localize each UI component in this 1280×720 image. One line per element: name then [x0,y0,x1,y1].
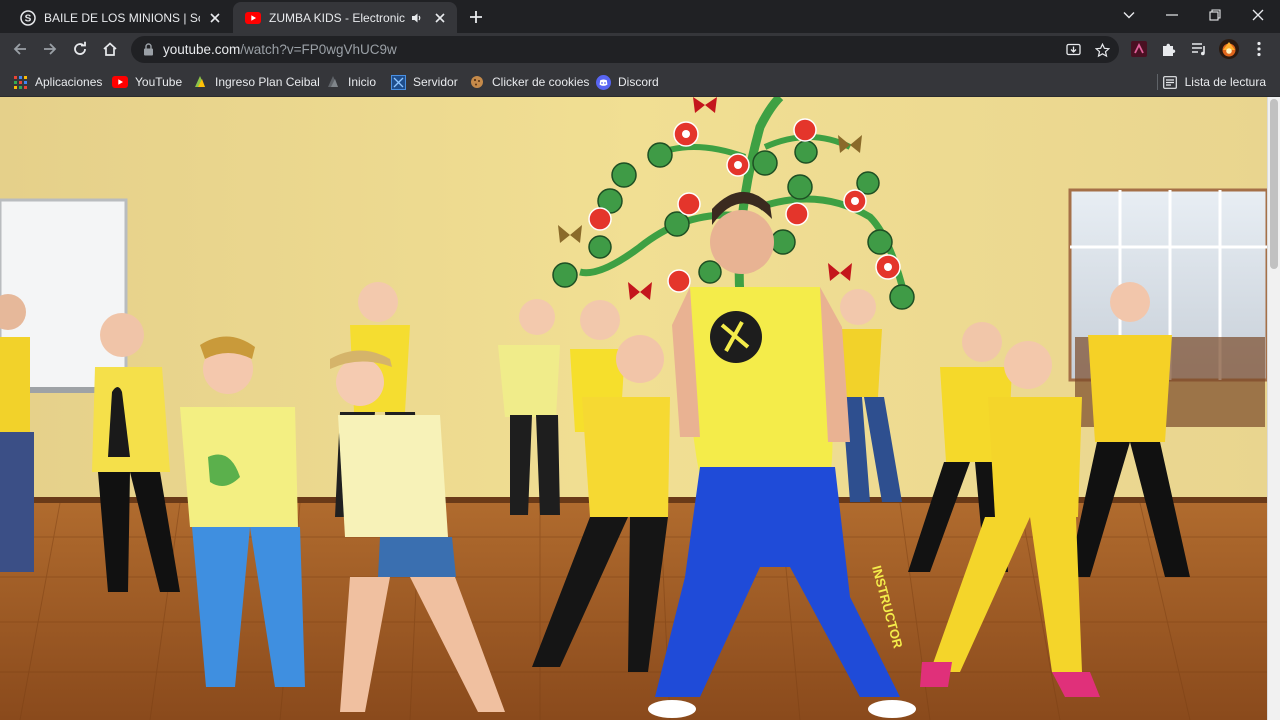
url-path: /watch?v=FP0wgVhUC9w [240,42,397,57]
browser-window: S BAILE DE LOS MINIONS | Schoolo ZUMBA K… [0,0,1280,720]
reading-list-icon [1162,74,1178,90]
scrollbar-thumb[interactable] [1270,99,1278,269]
media-queue-icon[interactable] [1188,38,1210,60]
reload-icon [74,41,86,55]
bookmark-ingreso-plan-ceibal[interactable]: Ingreso Plan Ceibal [192,72,320,92]
bookmark-label: Aplicaciones [35,75,103,89]
bookmark-servidor[interactable]: Servidor [390,72,458,92]
minimize-button[interactable] [1159,4,1185,26]
bookmark-label: Discord [618,75,659,89]
avatar[interactable] [1218,38,1240,60]
arrow-left-icon [13,43,26,55]
minimize-icon [1166,14,1178,16]
menu-kebab-icon[interactable] [1248,38,1270,60]
tab-title: BAILE DE LOS MINIONS | Schoolo [44,10,200,25]
ceibal-icon [192,74,208,90]
tab-baile-de-los-minions[interactable]: S BAILE DE LOS MINIONS | Schoolo [8,2,232,33]
close-icon[interactable] [206,9,224,27]
bookmark-label: Inicio [348,75,377,89]
reload-button[interactable] [68,37,92,61]
bookmark-label: Servidor [413,75,458,89]
svg-text:S: S [25,13,32,24]
cookie-icon [469,74,485,90]
bookmark-clicker-de-cookies[interactable]: Clicker de cookies [469,72,589,92]
bookmark-discord[interactable]: Discord [595,72,659,92]
close-icon[interactable] [431,9,449,27]
chevron-down-icon [1123,12,1135,19]
bookmark-label: YouTube [135,75,183,89]
youtube-icon [112,74,128,90]
arrow-right-icon [44,43,57,55]
puzzle-icon[interactable] [1158,38,1180,60]
bookmark-star-icon[interactable] [1093,41,1111,59]
reading-list-button[interactable]: Lista de lectura [1162,72,1266,92]
tab-title: ZUMBA KIDS - Electronic Son [269,10,405,25]
new-tab-button[interactable] [466,7,486,27]
url-text: youtube.com/watch?v=FP0wgVhUC9w [163,42,397,57]
ceibal-icon [325,74,341,90]
reading-list-label: Lista de lectura [1184,75,1266,89]
extension-icon[interactable] [1128,38,1150,60]
discord-icon [595,74,611,90]
server-icon [390,74,406,90]
video-player[interactable]: INSTRUCTOR [0,97,1267,720]
apps-grid-icon [12,74,28,90]
divider [1157,74,1158,90]
close-window-button[interactable] [1245,4,1271,26]
install-app-icon[interactable] [1064,41,1082,59]
tab-search-button[interactable] [1116,4,1142,26]
page-scrollbar[interactable] [1267,97,1280,720]
close-icon [1252,9,1264,21]
address-bar[interactable]: youtube.com/watch?v=FP0wgVhUC9w [131,36,1119,63]
youtube-icon [245,10,261,26]
restore-icon [1209,9,1221,21]
bookmark-label: Clicker de cookies [492,75,590,89]
bookmarks-bar: Aplicaciones YouTube Ingreso Plan Ceibal… [0,66,1280,97]
plus-icon [470,11,482,23]
restore-button[interactable] [1202,4,1228,26]
tab-zumba-kids[interactable]: ZUMBA KIDS - Electronic Son [233,2,457,33]
back-button[interactable] [8,37,32,61]
home-button[interactable] [98,37,122,61]
video-frame: INSTRUCTOR [0,97,1267,720]
forward-button[interactable] [38,37,62,61]
toolbar: youtube.com/watch?v=FP0wgVhUC9w [0,33,1280,66]
bookmark-youtube[interactable]: YouTube [112,72,182,92]
tab-strip: S BAILE DE LOS MINIONS | Schoolo ZUMBA K… [0,0,1280,33]
url-host: youtube.com [163,42,241,57]
bookmark-label: Ingreso Plan Ceibal [215,75,320,89]
speaker-icon[interactable] [409,10,425,26]
lock-icon[interactable] [141,43,155,57]
home-icon [103,42,117,56]
bookmark-inicio[interactable]: Inicio [325,72,376,92]
schoology-icon: S [20,9,36,26]
bookmark-aplicaciones[interactable]: Aplicaciones [12,72,102,92]
